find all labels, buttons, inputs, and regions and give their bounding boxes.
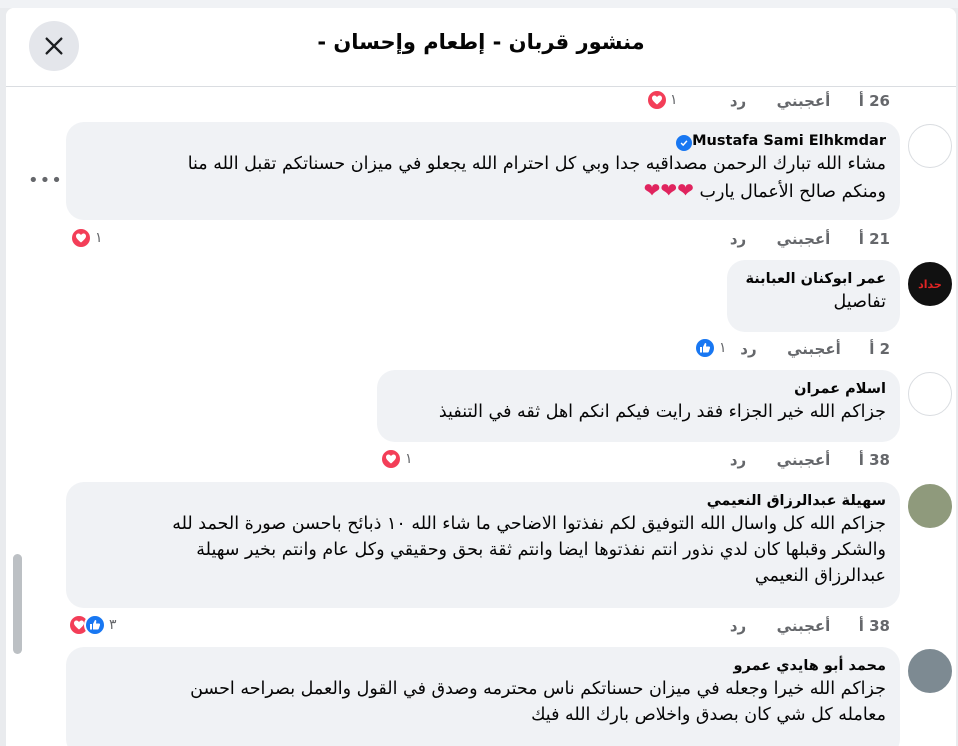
reply-link[interactable]: رد (740, 339, 756, 359)
comment-author[interactable]: سهيلة عبدالرزاق النعيمي (80, 491, 886, 511)
comment-text: تفاصيل (833, 292, 886, 312)
comment-bubble: اسلام عمران جزاكم الله خير الجزاء فقد را… (377, 370, 900, 442)
comment-bubble: سهيلة عبدالرزاق النعيمي جزاكم الله كل وا… (66, 482, 900, 608)
scrollbar-thumb[interactable] (13, 554, 22, 654)
close-icon (45, 37, 63, 55)
comment-author[interactable]: اسلام عمران (391, 379, 886, 399)
reaction-summary[interactable]: ٣ (68, 613, 117, 637)
like-link[interactable]: أعجبني (777, 229, 831, 249)
more-options-icon[interactable]: ••• (28, 170, 63, 191)
comment-time[interactable]: 38 أ (859, 450, 890, 470)
like-link[interactable]: أعجبني (777, 91, 831, 111)
reaction-count: ١ (405, 451, 413, 467)
comment-text: ومنكم صالح الأعمال يارب ❤❤❤ (643, 178, 886, 202)
comment-text: مشاء الله تبارك الرحمن مصداقيه جدا وبي ك… (187, 154, 886, 174)
avatar[interactable] (908, 484, 952, 528)
heart-reaction-icon (70, 227, 92, 249)
reaction-count: ٣ (109, 617, 117, 633)
comment-text: جزاكم الله خيرا وجعله في ميزان حسناتكم ن… (190, 679, 886, 699)
reply-link[interactable]: رد (730, 229, 746, 249)
reaction-count: ١ (95, 230, 103, 246)
heart-reaction-icon (646, 89, 668, 111)
reaction-summary[interactable]: ١ (70, 226, 103, 250)
comment-author[interactable]: محمد أبو هايدي عمرو (80, 656, 886, 676)
comment-actions: 21 أ أعجبني رد (730, 229, 890, 249)
reaction-summary[interactable]: ١ (380, 447, 413, 471)
background-strip (0, 0, 958, 8)
comment-actions: 38 أ أعجبني رد (730, 450, 890, 470)
dialog-header: منشور قربان - إطعام وإحسان - (6, 8, 956, 87)
comment-text: والشكر وقبلها كان لدي نذور انتم نفذتوها … (196, 540, 886, 560)
comment-bubble: عمر ابوكنان العبابنة تفاصيل (727, 260, 900, 332)
comment-text: جزاكم الله خير الجزاء فقد رايت فيكم انكم… (438, 402, 886, 422)
reply-link[interactable]: رد (730, 450, 746, 470)
comment-time[interactable]: 2 أ (869, 339, 890, 359)
comment-actions: 26 أ أعجبني رد (730, 91, 890, 111)
like-reaction-icon (694, 337, 716, 359)
comment-text: عبدالرزاق النعيمي (754, 566, 886, 586)
avatar[interactable] (908, 124, 952, 168)
like-link[interactable]: أعجبني (777, 616, 831, 636)
comment-bubble: Mustafa Sami Elhkmdar مشاء الله تبارك ال… (66, 122, 900, 220)
avatar[interactable] (908, 372, 952, 416)
comment-time[interactable]: 26 أ (859, 91, 890, 111)
comment-text: معامله كل شي كان بصدق واخلاص بارك الله ف… (531, 705, 886, 725)
comment-bubble: محمد أبو هايدي عمرو جزاكم الله خيرا وجعل… (66, 647, 900, 746)
comment-author[interactable]: عمر ابوكنان العبابنة (741, 269, 886, 289)
heart-emoji: ❤❤❤ (643, 178, 694, 202)
verified-badge-icon (676, 135, 693, 151)
dialog-title: منشور قربان - إطعام وإحسان - (317, 30, 645, 54)
close-button[interactable] (29, 21, 79, 71)
comment-text: جزاكم الله كل واسال الله التوفيق لكم نفذ… (172, 514, 886, 534)
avatar[interactable]: حداد (908, 262, 952, 306)
comment-actions: 2 أ أعجبني رد (740, 339, 890, 359)
reaction-summary[interactable]: ١ (694, 336, 727, 360)
avatar[interactable] (908, 649, 952, 693)
comment-actions: 38 أ أعجبني رد (730, 616, 890, 636)
post-dialog: منشور قربان - إطعام وإحسان - 26 أ أعجبني… (6, 8, 956, 746)
avatar-label: حداد (918, 277, 942, 291)
reply-link[interactable]: رد (730, 91, 746, 111)
heart-reaction-icon (380, 448, 402, 470)
reply-link[interactable]: رد (730, 616, 746, 636)
comment-time[interactable]: 21 أ (859, 229, 890, 249)
like-link[interactable]: أعجبني (777, 450, 831, 470)
reaction-count: ١ (670, 92, 678, 108)
comment-time[interactable]: 38 أ (859, 616, 890, 636)
reaction-summary[interactable]: ١ (646, 88, 678, 112)
reaction-count: ١ (719, 340, 727, 356)
comment-author[interactable]: Mustafa Sami Elhkmdar (80, 131, 886, 151)
like-link[interactable]: أعجبني (787, 339, 841, 359)
like-reaction-icon (84, 614, 106, 636)
